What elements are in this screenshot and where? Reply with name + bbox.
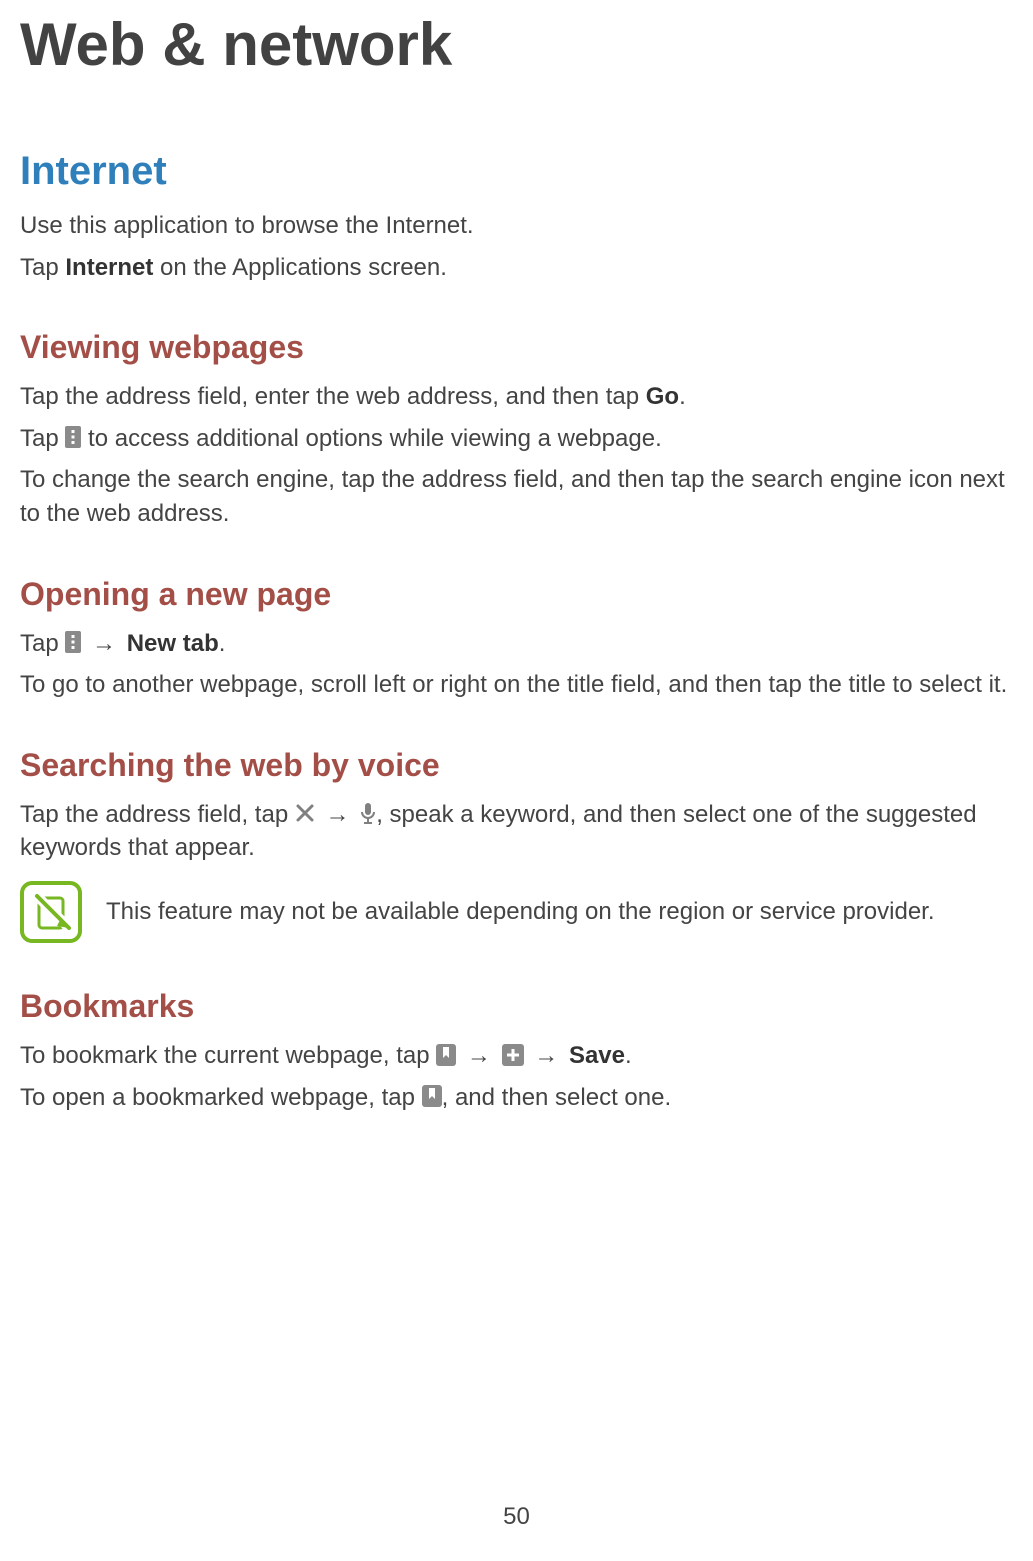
plus-icon bbox=[502, 1044, 524, 1066]
paragraph: To change the search engine, tap the add… bbox=[20, 463, 1028, 530]
note-callout: This feature may not be available depend… bbox=[20, 881, 1028, 943]
close-x-icon bbox=[295, 803, 315, 823]
text: Tap bbox=[20, 254, 65, 281]
bold-text: Go bbox=[646, 383, 679, 410]
arrow-icon: → bbox=[524, 1042, 569, 1069]
text: . bbox=[679, 383, 686, 410]
text: . bbox=[219, 630, 226, 657]
arrow-icon: → bbox=[315, 801, 360, 828]
paragraph: Tap to access additional options while v… bbox=[20, 422, 1028, 456]
bookmark-icon bbox=[422, 1085, 442, 1107]
section-heading-internet: Internet bbox=[20, 149, 1028, 194]
note-icon bbox=[20, 881, 82, 943]
paragraph: To bookmark the current webpage, tap → →… bbox=[20, 1039, 1028, 1073]
arrow-icon: → bbox=[456, 1042, 501, 1069]
microphone-icon bbox=[360, 802, 376, 824]
text: Tap bbox=[20, 630, 65, 657]
bookmark-icon bbox=[436, 1044, 456, 1066]
paragraph: To open a bookmarked webpage, tap , and … bbox=[20, 1081, 1028, 1115]
text: to access additional options while viewi… bbox=[81, 425, 661, 452]
text: To bookmark the current webpage, tap bbox=[20, 1042, 436, 1069]
note-text: This feature may not be available depend… bbox=[106, 898, 935, 926]
arrow-icon: → bbox=[81, 630, 126, 657]
text: . bbox=[625, 1042, 632, 1069]
paragraph: To go to another webpage, scroll left or… bbox=[20, 668, 1028, 702]
menu-icon bbox=[65, 426, 81, 448]
subsection-heading-voice: Searching the web by voice bbox=[20, 747, 1028, 784]
bold-text: Save bbox=[569, 1042, 625, 1069]
page-number: 50 bbox=[0, 1503, 1033, 1531]
menu-icon bbox=[65, 631, 81, 653]
text: , and then select one. bbox=[442, 1084, 672, 1111]
text: on the Applications screen. bbox=[153, 254, 447, 281]
text: Tap bbox=[20, 425, 65, 452]
document-page: Web & network Internet Use this applicat… bbox=[0, 0, 1033, 1561]
subsection-heading-bookmarks: Bookmarks bbox=[20, 988, 1028, 1025]
subsection-heading-opening: Opening a new page bbox=[20, 576, 1028, 613]
page-title: Web & network bbox=[20, 10, 1028, 79]
paragraph: Tap Internet on the Applications screen. bbox=[20, 251, 1028, 285]
paragraph: Tap → New tab. bbox=[20, 627, 1028, 661]
text: To open a bookmarked webpage, tap bbox=[20, 1084, 422, 1111]
bold-text: New tab bbox=[127, 630, 219, 657]
subsection-heading-viewing: Viewing webpages bbox=[20, 329, 1028, 366]
text: Tap the address field, enter the web add… bbox=[20, 383, 646, 410]
paragraph: Tap the address field, enter the web add… bbox=[20, 380, 1028, 414]
paragraph: Use this application to browse the Inter… bbox=[20, 209, 1028, 243]
text: Tap the address field, tap bbox=[20, 801, 295, 828]
bold-text: Internet bbox=[65, 254, 153, 281]
paragraph: Tap the address field, tap → , speak a k… bbox=[20, 798, 1028, 865]
